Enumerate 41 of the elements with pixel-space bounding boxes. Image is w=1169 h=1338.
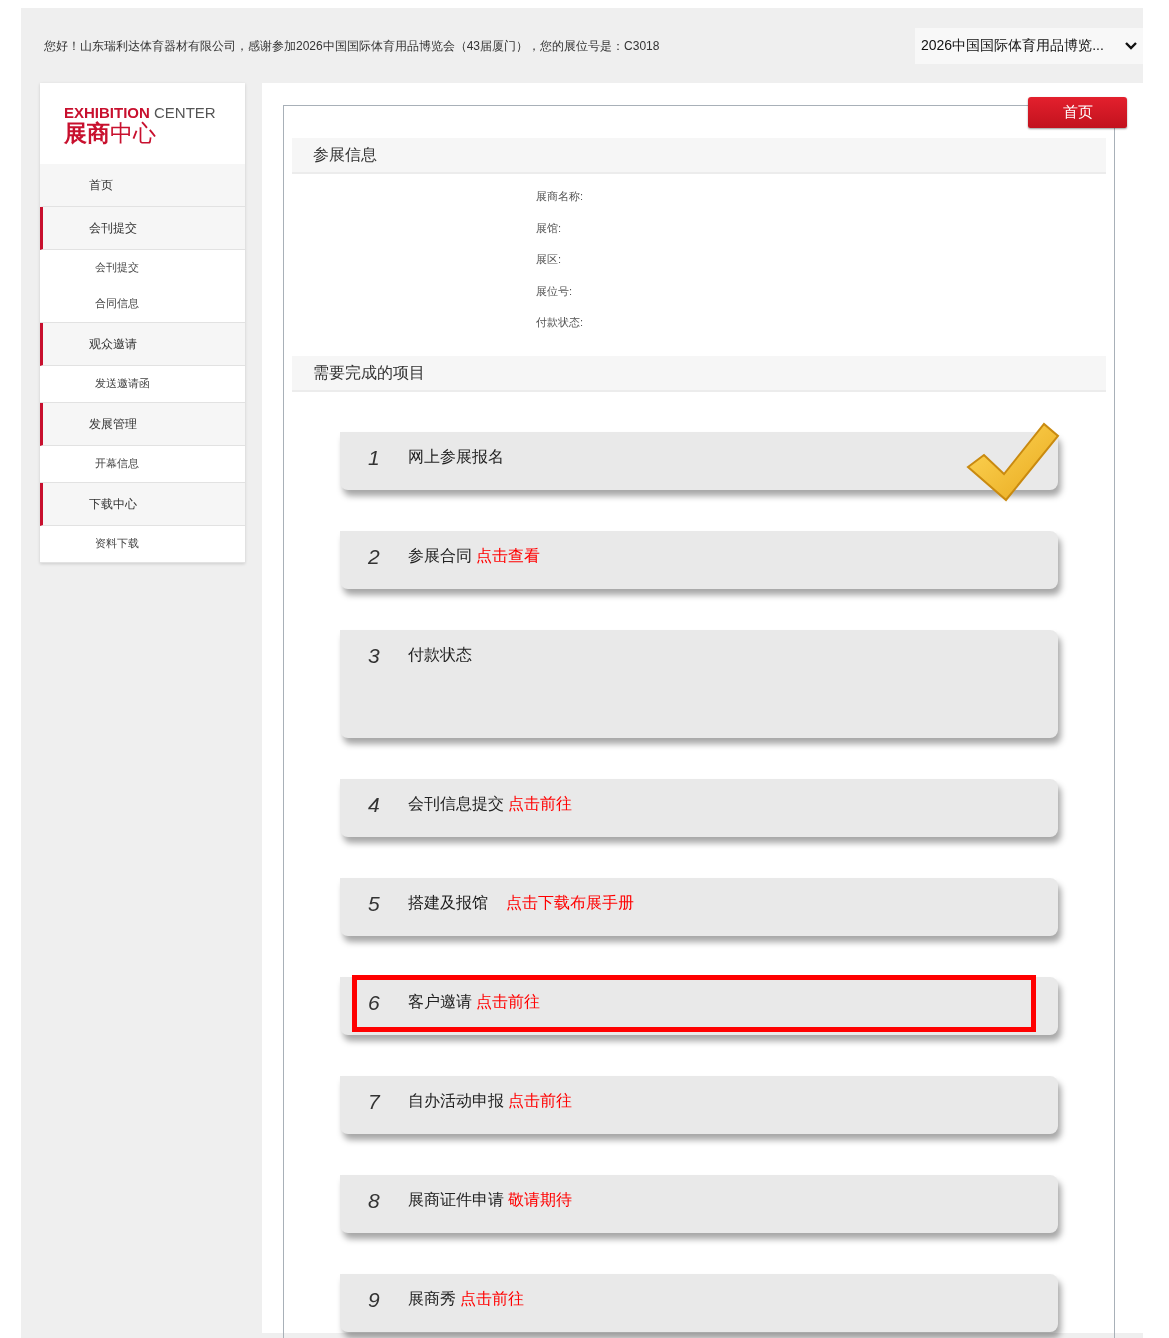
field-label: 展位号: bbox=[536, 284, 573, 297]
field-label: 展馆: bbox=[536, 221, 562, 234]
submenu-item[interactable]: 会刊提交 bbox=[40, 249, 245, 286]
section-header: 需要完成的项目 bbox=[292, 355, 1106, 392]
logo-text: 展商中心 bbox=[64, 120, 157, 148]
task-title: 自办活动申报 bbox=[408, 1090, 504, 1111]
task-number: 6 bbox=[368, 991, 381, 1013]
task-number: 9 bbox=[368, 1288, 381, 1310]
menu-group-header[interactable]: 观众邀请 bbox=[40, 322, 245, 366]
task-title: 展商证件申请 bbox=[408, 1189, 504, 1210]
menu-group-header[interactable]: 发展管理 bbox=[40, 402, 245, 446]
section-header: 参展信息 bbox=[292, 138, 1106, 174]
submenu-item[interactable]: 发送邀请函 bbox=[40, 365, 245, 402]
task-number: 4 bbox=[368, 793, 381, 815]
menu-item[interactable]: 首页 bbox=[40, 163, 245, 207]
task-title: 参展合同 bbox=[408, 545, 472, 566]
task-title: 客户邀请 bbox=[408, 991, 472, 1012]
task-title: 会刊信息提交 bbox=[408, 793, 504, 814]
greeting-text: 您好！山东瑞利达体育器材有限公司，感谢参加2026中国国际体育用品博览会（43届厦门），您的展位号是：C3018 bbox=[44, 37, 660, 55]
task-number: 7 bbox=[368, 1090, 382, 1112]
submenu-item[interactable]: 资料下载 bbox=[40, 525, 245, 562]
field-label: 展区: bbox=[536, 253, 562, 265]
task-number: 5 bbox=[368, 892, 381, 914]
home-button[interactable]: 首页 bbox=[1028, 97, 1127, 128]
chevron-down-icon bbox=[1125, 41, 1137, 50]
task-number: 1 bbox=[368, 446, 381, 468]
task-number: 2 bbox=[368, 545, 381, 567]
submenu-item[interactable]: 合同信息 bbox=[40, 285, 245, 322]
task-title: 展商秀 bbox=[408, 1288, 456, 1309]
menu-group-header[interactable]: 下载中心 bbox=[40, 482, 245, 526]
menu-group-header[interactable]: 会刊提交 bbox=[40, 206, 245, 250]
logo-text: EXHIBITION CENTER bbox=[64, 105, 217, 120]
field-label: 展商名称: bbox=[536, 190, 584, 202]
task-title: 搭建及报馆 bbox=[408, 892, 488, 913]
task-number: 8 bbox=[368, 1189, 381, 1211]
task-number: 3 bbox=[368, 644, 381, 666]
submenu-item[interactable]: 开幕信息 bbox=[40, 445, 245, 482]
task-title: 网上参展报名 bbox=[408, 446, 504, 467]
task-title: 付款状态 bbox=[408, 644, 472, 665]
exhibition-select[interactable]: 2026中国国际体育用品博览... bbox=[915, 27, 1143, 64]
field-label: 付款状态: bbox=[536, 316, 584, 328]
